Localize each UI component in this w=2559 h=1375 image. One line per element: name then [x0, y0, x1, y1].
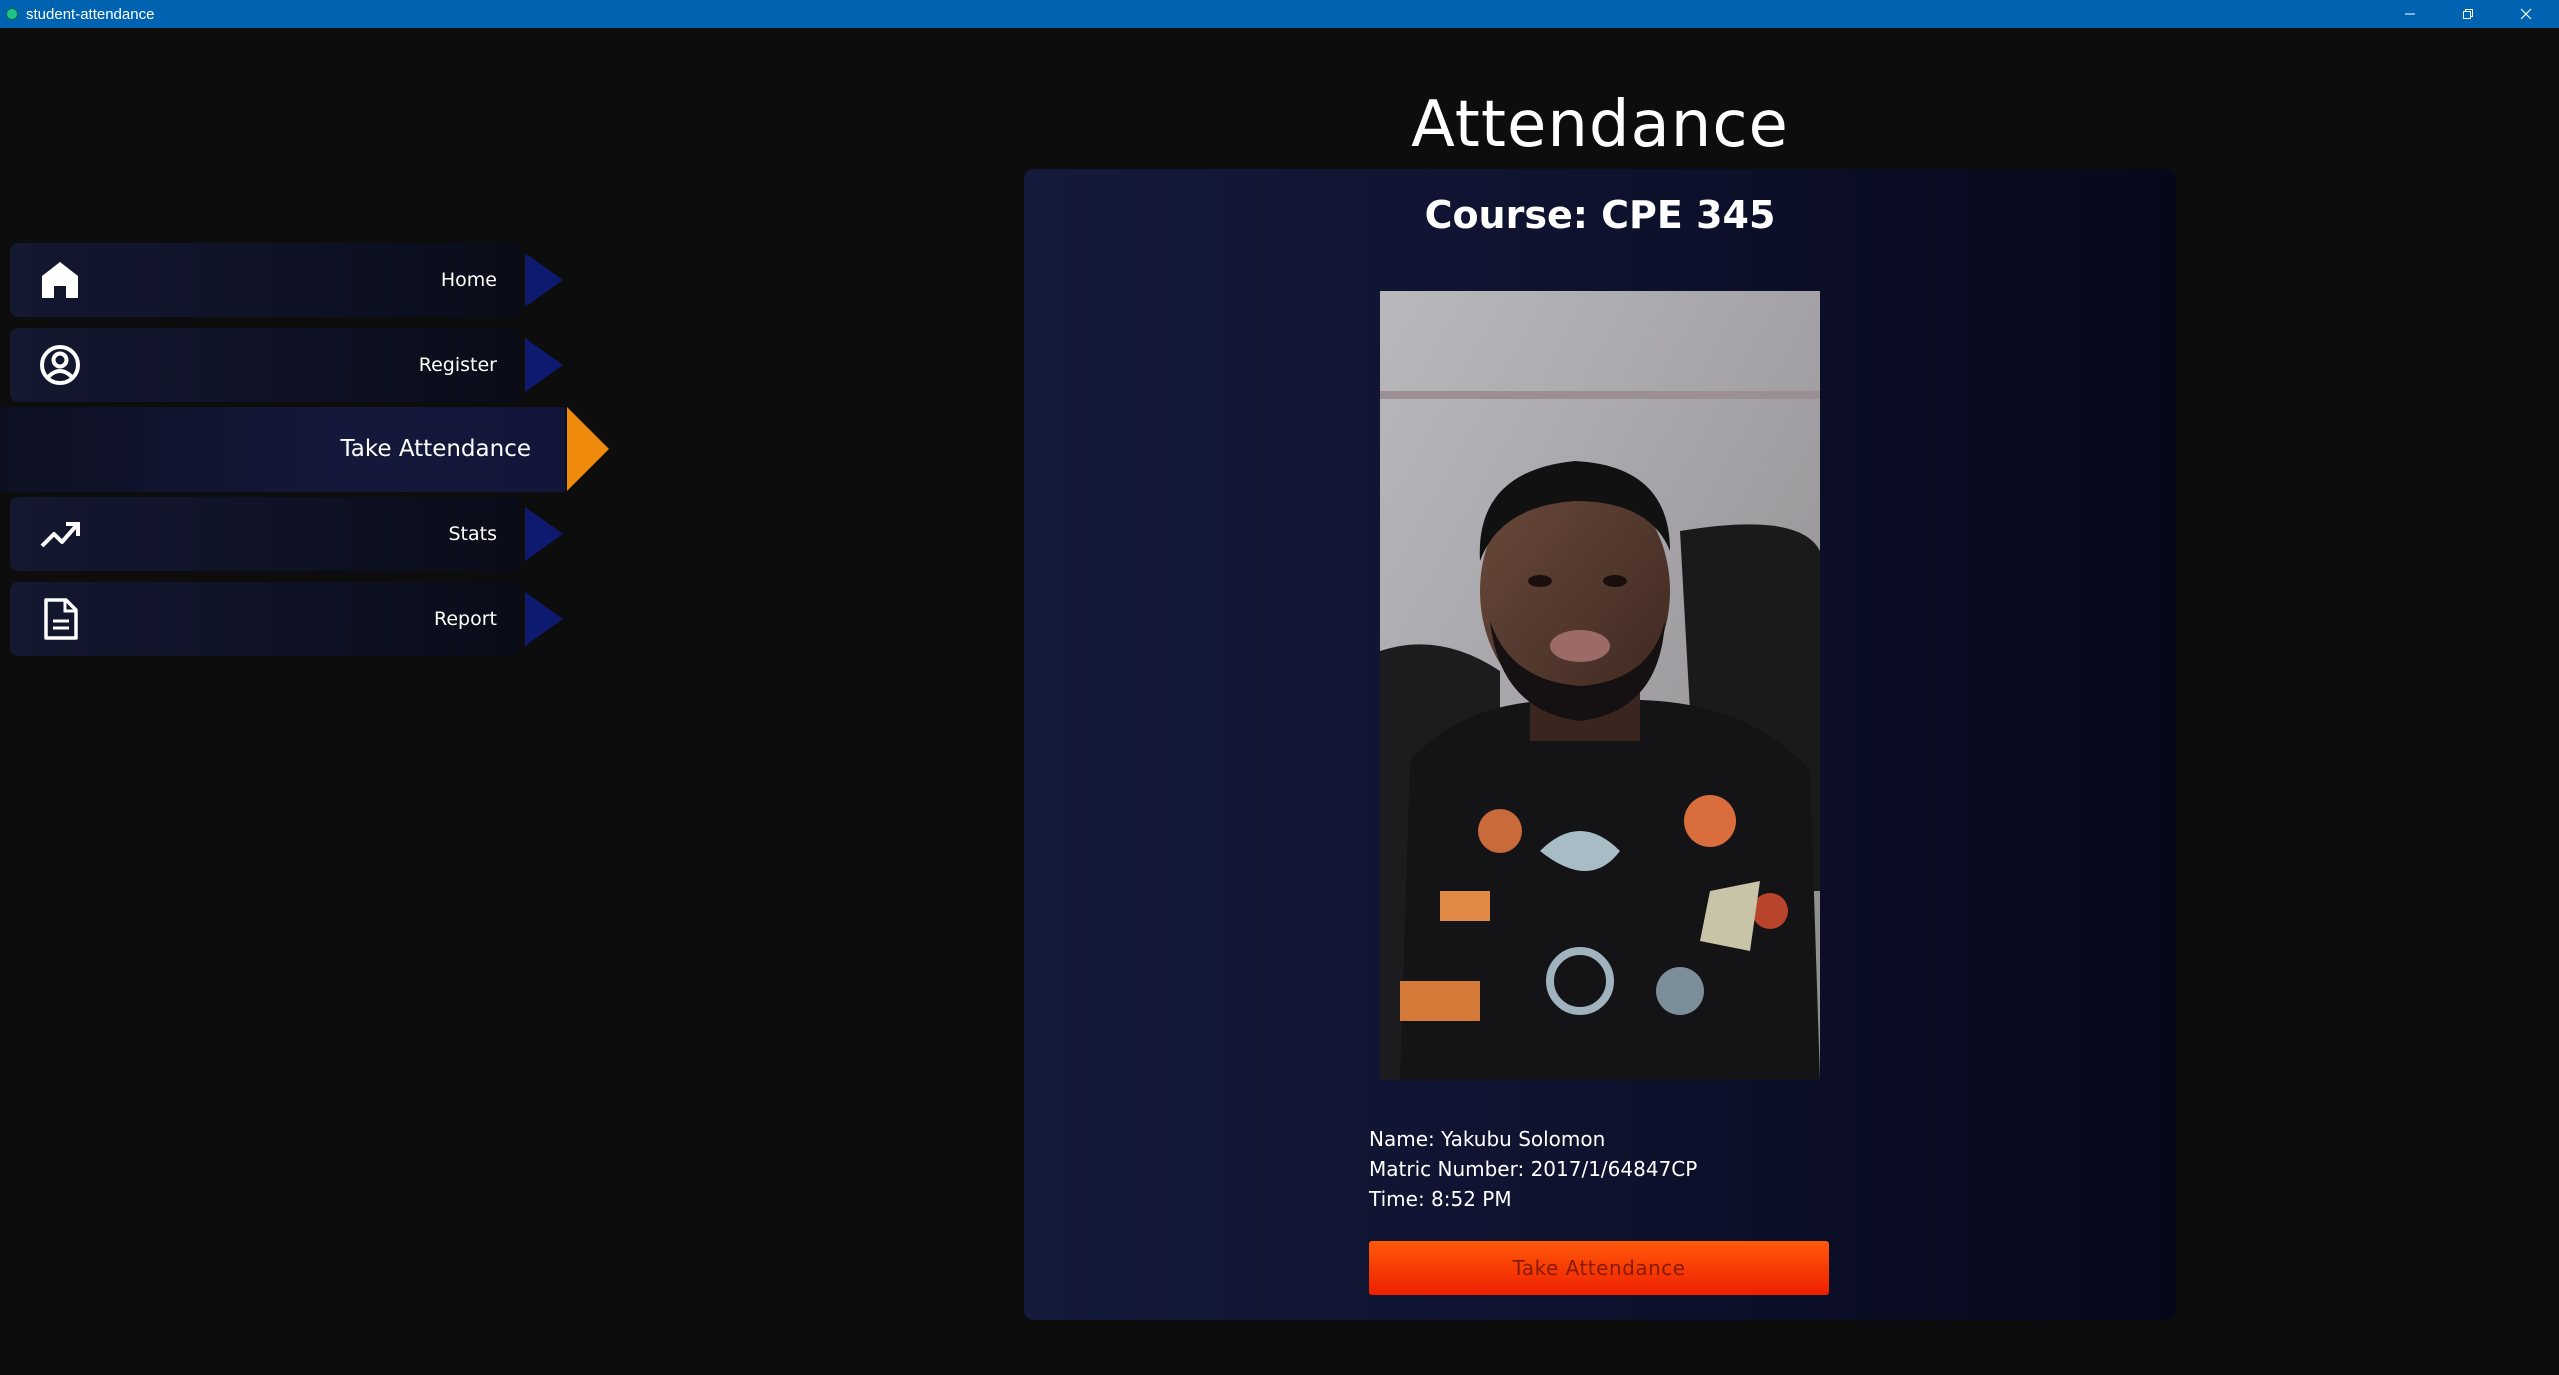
- sidebar-item-label: Report: [434, 608, 497, 630]
- sidebar-item-label: Home: [440, 269, 497, 291]
- student-name: Name: Yakubu Solomon: [1369, 1127, 1606, 1151]
- restore-button[interactable]: [2439, 0, 2497, 28]
- nav-arrow-indicator: [525, 338, 563, 392]
- nav-arrow-indicator: [525, 253, 563, 307]
- app-icon: [6, 8, 18, 20]
- student-photo: [1380, 291, 1820, 1080]
- minimize-button[interactable]: [2381, 0, 2439, 28]
- minimize-icon: [2405, 13, 2415, 15]
- attendance-card: Course: CPE 345 Name: Yakubu Solomon Mat…: [1024, 169, 2176, 1320]
- close-button[interactable]: [2497, 0, 2555, 28]
- student-portrait-image: [1380, 291, 1820, 1080]
- page-title: Attendance: [1411, 88, 1789, 162]
- close-icon: [2520, 8, 2532, 20]
- document-icon: [44, 598, 78, 640]
- sidebar-item-label: Register: [418, 354, 497, 376]
- nav-arrow-indicator: [525, 592, 563, 646]
- window-titlebar: student-attendance: [0, 0, 2559, 28]
- sidebar-item-label: Stats: [448, 523, 497, 545]
- sidebar-item-register[interactable]: Register: [10, 328, 563, 402]
- trending-up-icon: [40, 522, 80, 548]
- user-circle-icon: [40, 345, 80, 385]
- course-heading: Course: CPE 345: [1424, 193, 1776, 237]
- restore-icon: [2463, 9, 2473, 19]
- nav-arrow-indicator: [525, 507, 563, 561]
- sidebar-item-label: Take Attendance: [340, 436, 531, 462]
- student-matric-number: Matric Number: 2017/1/64847CP: [1369, 1157, 1698, 1181]
- sidebar-item-home[interactable]: Home: [10, 243, 563, 317]
- window-title: student-attendance: [26, 5, 155, 23]
- attendance-time: Time: 8:52 PM: [1369, 1187, 1512, 1211]
- sidebar-item-stats[interactable]: Stats: [10, 497, 563, 571]
- take-attendance-button[interactable]: Take Attendance: [1369, 1241, 1829, 1295]
- sidebar-item-report[interactable]: Report: [10, 582, 563, 656]
- home-icon: [42, 262, 78, 298]
- sidebar-item-take-attendance[interactable]: Take Attendance: [0, 407, 609, 492]
- active-arrow-indicator: [567, 407, 609, 491]
- student-info: Name: Yakubu Solomon Matric Number: 2017…: [1369, 1124, 1697, 1214]
